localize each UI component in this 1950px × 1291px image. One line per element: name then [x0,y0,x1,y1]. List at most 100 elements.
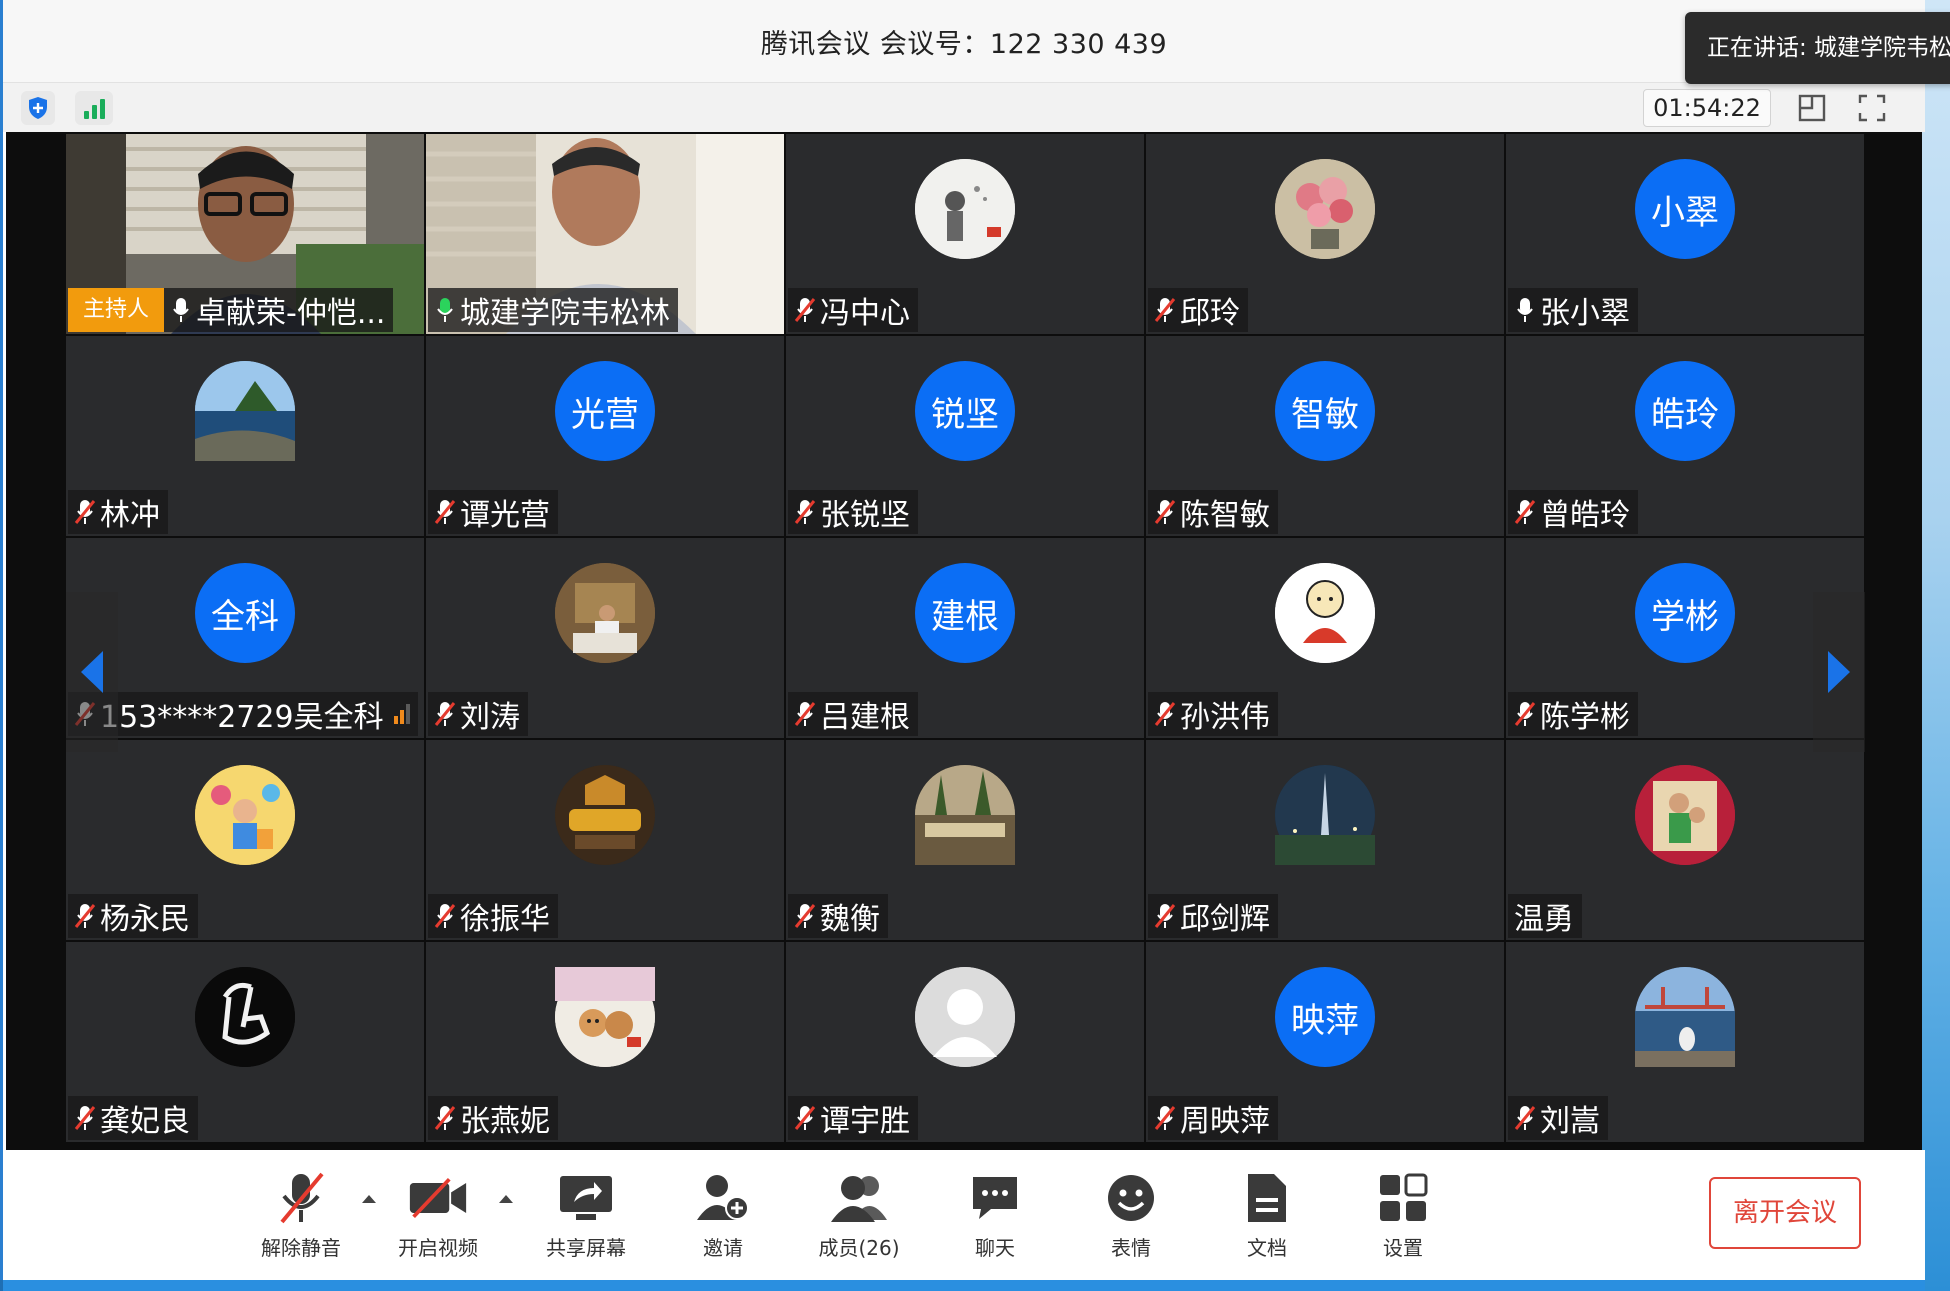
participant-name: 冯中心 [820,296,910,331]
participant-tile[interactable]: 建根 吕建根 [786,538,1144,738]
fullscreen-icon[interactable] [1855,91,1889,125]
avatar-photo [555,765,655,865]
mic-muted-icon [434,1104,456,1132]
meeting-timer: 01:54:22 [1643,89,1771,127]
mic-muted-icon [74,902,96,930]
mic-muted-icon [74,498,96,526]
participant-tile[interactable]: 全科 153****2729吴全科 [66,538,424,738]
participant-tile[interactable]: 映萍 周映萍 [1146,942,1504,1142]
avatar-initials: 锐坚 [915,361,1015,461]
participant-name: 温勇 [1514,902,1574,937]
docs-button[interactable]: 文档 [1217,1168,1317,1268]
participant-tile[interactable]: 张燕妮 [426,942,784,1142]
participant-tile[interactable]: 徐振华 [426,740,784,940]
mic-muted-icon [1154,700,1176,728]
participant-tile[interactable]: 主持人 卓献荣-仲恺... [66,134,424,334]
participant-name: 曾皓玲 [1540,498,1630,533]
settings-button[interactable]: 设置 [1353,1168,1453,1268]
participant-tile[interactable]: 孙洪伟 [1146,538,1504,738]
invite-button[interactable]: 邀请 [673,1168,773,1268]
participant-tile[interactable]: 城建学院韦松林 [426,134,784,334]
mic-muted-icon [794,1104,816,1132]
participant-tile[interactable]: 林冲 [66,336,424,536]
avatar-initials: 智敏 [1275,361,1375,461]
avatar-photo [915,765,1015,865]
participant-nameplate: 张小翠 [1508,288,1638,332]
participant-nameplate: 温勇 [1508,894,1582,938]
participant-nameplate: 城建学院韦松林 [428,288,678,332]
avatar-initials: 映萍 [1275,967,1375,1067]
start-video-button[interactable]: 开启视频 [388,1168,488,1268]
next-page-button[interactable] [1813,592,1865,752]
participant-name: 谭光营 [460,498,550,533]
members-button[interactable]: 成员(26) [809,1168,909,1268]
mic-muted-icon [794,296,816,324]
participant-name: 卓献荣-仲恺... [196,296,386,331]
participant-name: 刘涛 [460,700,520,735]
chat-button[interactable]: 聊天 [945,1168,1045,1268]
share-screen-button[interactable]: 共享屏幕 [536,1168,636,1268]
reactions-button[interactable]: 表情 [1081,1168,1181,1268]
participant-name: 邱剑辉 [1180,902,1270,937]
participant-nameplate: 刘嵩 [1508,1096,1608,1140]
participant-tile[interactable]: 刘涛 [426,538,784,738]
participant-tile[interactable]: 皓玲 曾皓玲 [1506,336,1864,536]
participant-tile[interactable]: 龚妃良 [66,942,424,1142]
participant-tile[interactable]: 刘嵩 [1506,942,1864,1142]
network-signal-icon[interactable] [75,91,113,125]
participant-tile[interactable]: 温勇 [1506,740,1864,940]
participant-name: 吕建根 [820,700,910,735]
smiley-icon [1101,1168,1161,1228]
participant-name: 周映萍 [1180,1104,1270,1139]
unmute-button[interactable]: 解除静音 [251,1168,351,1268]
participant-name: 城建学院韦松林 [460,296,670,331]
participant-nameplate: 魏衡 [788,894,888,938]
mic-muted-icon [1514,700,1536,728]
add-user-icon [693,1168,753,1228]
invite-label: 邀请 [703,1236,743,1260]
participant-nameplate: 孙洪伟 [1148,692,1278,736]
participant-tile[interactable]: 邱剑辉 [1146,740,1504,940]
participant-nameplate: 谭光营 [428,490,558,534]
participant-tile[interactable]: 杨永民 [66,740,424,940]
previous-page-button[interactable] [66,592,118,752]
participant-name: 徐振华 [460,902,550,937]
participant-tile[interactable]: 邱玲 [1146,134,1504,334]
reactions-label: 表情 [1111,1236,1151,1260]
audio-options-caret-icon[interactable] [360,1192,378,1206]
participant-tile[interactable]: 小翠 张小翠 [1506,134,1864,334]
participant-name: 孙洪伟 [1180,700,1270,735]
participant-tile[interactable]: 光营 谭光营 [426,336,784,536]
avatar-photo [1275,765,1375,865]
avatar-photo [195,765,295,865]
unmute-label: 解除静音 [261,1236,341,1260]
participant-nameplate: 冯中心 [788,288,918,332]
participant-name: 张锐坚 [820,498,910,533]
avatar-photo [915,159,1015,259]
mic-muted-icon [1154,296,1176,324]
participant-tile[interactable]: 谭宇胜 [786,942,1144,1142]
avatar-initials: 小翠 [1635,159,1735,259]
participant-name: 张小翠 [1540,296,1630,331]
mic-muted-icon [1154,902,1176,930]
participant-tile[interactable]: 学彬 陈学彬 [1506,538,1864,738]
participant-name: 龚妃良 [100,1104,190,1139]
participant-tile[interactable]: 锐坚 张锐坚 [786,336,1144,536]
meeting-title: 腾讯会议 会议号：122 330 439 [760,28,1168,60]
layout-switch-icon[interactable] [1795,91,1829,125]
settings-label: 设置 [1383,1236,1423,1260]
leave-meeting-button[interactable]: 离开会议 [1709,1177,1861,1249]
participant-tile[interactable]: 智敏 陈智敏 [1146,336,1504,536]
video-options-caret-icon[interactable] [497,1192,515,1206]
mic-muted-icon [434,498,456,526]
participant-tile[interactable]: 冯中心 [786,134,1144,334]
avatar-initials: 学彬 [1635,563,1735,663]
chat-icon [965,1168,1025,1228]
participant-tile[interactable]: 魏衡 [786,740,1144,940]
camera-off-icon [408,1168,468,1228]
participant-name: 魏衡 [820,902,880,937]
share-screen-icon [556,1168,616,1228]
mic-speaking-icon [434,296,456,324]
security-shield-icon[interactable] [21,91,55,125]
participant-name: 张燕妮 [460,1104,550,1139]
